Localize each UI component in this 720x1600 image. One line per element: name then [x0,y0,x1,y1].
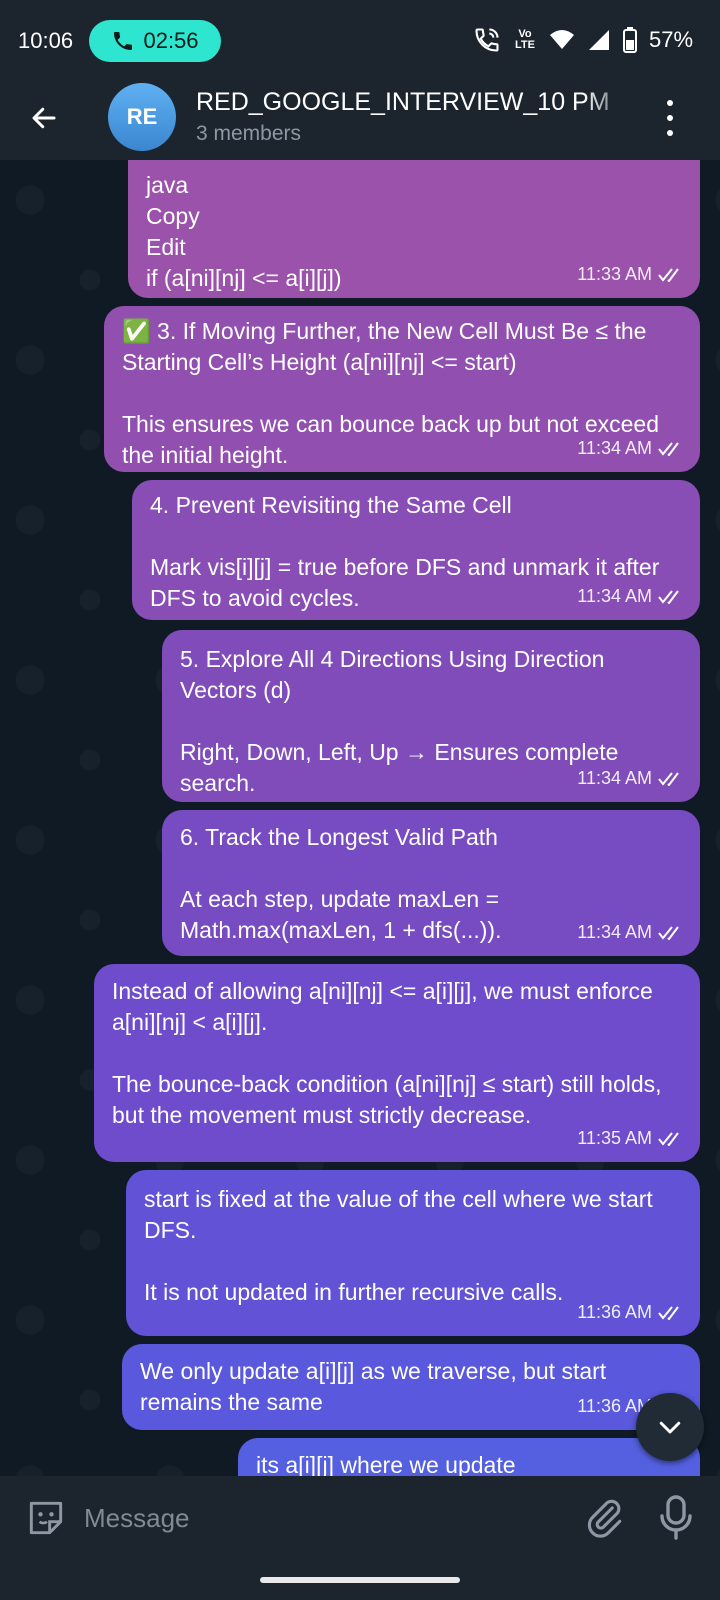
microphone-icon [660,1495,692,1540]
double-check-icon [658,441,679,456]
battery-icon [623,27,637,53]
chat-header: RE RED_GOOGLE_INTERVIEW_10 PM 3 members [0,80,720,160]
message-bubble[interactable]: We only update a[i][j] as we traverse, b… [122,1344,700,1430]
message-composer [0,1476,720,1560]
volte-icon: Vo LTE [515,28,535,51]
wifi-icon [550,30,574,49]
arrow-left-icon [32,107,56,129]
message-input[interactable] [84,1498,544,1538]
paperclip-icon [587,1499,622,1538]
message-text: start is fixed at the value of the cell … [144,1186,653,1305]
message-time: 11:35 AM [577,1128,652,1148]
signal-icon [589,30,609,50]
back-button[interactable] [24,98,64,138]
more-options-button[interactable] [658,96,682,140]
message-bubble[interactable]: java Copy Edit if (a[ni][nj] <= a[i][j])… [128,160,700,298]
voice-message-button[interactable] [656,1494,696,1542]
status-bar: 10:06 02:56 Vo LTE 57% [0,0,720,80]
message-bubble[interactable]: 6. Track the Longest Valid Path At each … [162,810,700,956]
double-check-icon [658,1131,679,1146]
ongoing-call-pill[interactable]: 02:56 [89,20,221,62]
message-bubble[interactable]: 5. Explore All 4 Directions Using Direct… [162,630,700,802]
double-check-icon [658,1305,679,1320]
message-bubble[interactable]: its a[i][j] where we update [238,1438,700,1476]
message-bubble[interactable]: ✅ 3. If Moving Further, the New Cell Mus… [104,306,700,472]
double-check-icon [658,771,679,786]
message-time: 11:36 AM [577,1302,652,1322]
call-duration: 02:56 [143,28,199,53]
group-avatar[interactable]: RE [108,83,176,151]
system-navigation-bar [0,1560,720,1600]
double-check-icon [658,925,679,940]
message-list[interactable]: java Copy Edit if (a[ni][nj] <= a[i][j])… [0,160,720,1476]
attach-button[interactable] [582,1496,626,1540]
double-check-icon [658,267,679,282]
chat-title[interactable]: RED_GOOGLE_INTERVIEW_10 PM [196,88,636,117]
message-time: 11:34 AM [577,922,652,942]
status-time: 10:06 [18,28,74,53]
message-bubble[interactable]: Instead of allowing a[ni][nj] <= a[i][j]… [94,964,700,1162]
message-time: 11:34 AM [577,768,652,788]
more-vertical-icon [667,100,673,106]
message-text: Instead of allowing a[ni][nj] <= a[i][j]… [112,978,662,1128]
message-time: 11:34 AM [577,438,652,458]
sticker-button[interactable] [24,1496,68,1540]
message-bubble[interactable]: 4. Prevent Revisiting the Same Cell Mark… [132,480,700,620]
message-time: 11:34 AM [577,586,652,606]
wifi-calling-icon [475,28,499,52]
double-check-icon [658,589,679,604]
sticker-icon [29,1501,63,1535]
message-time: 11:33 AM [577,264,652,284]
gesture-handle[interactable] [260,1577,460,1583]
member-count[interactable]: 3 members [196,122,301,146]
scroll-to-bottom-button[interactable] [636,1393,704,1461]
message-bubble[interactable]: start is fixed at the value of the cell … [126,1170,700,1336]
message-text: its a[i][j] where we update [256,1452,516,1476]
chevron-down-icon [659,1421,681,1434]
battery-level: 57% [649,27,694,52]
phone-icon [114,32,133,50]
